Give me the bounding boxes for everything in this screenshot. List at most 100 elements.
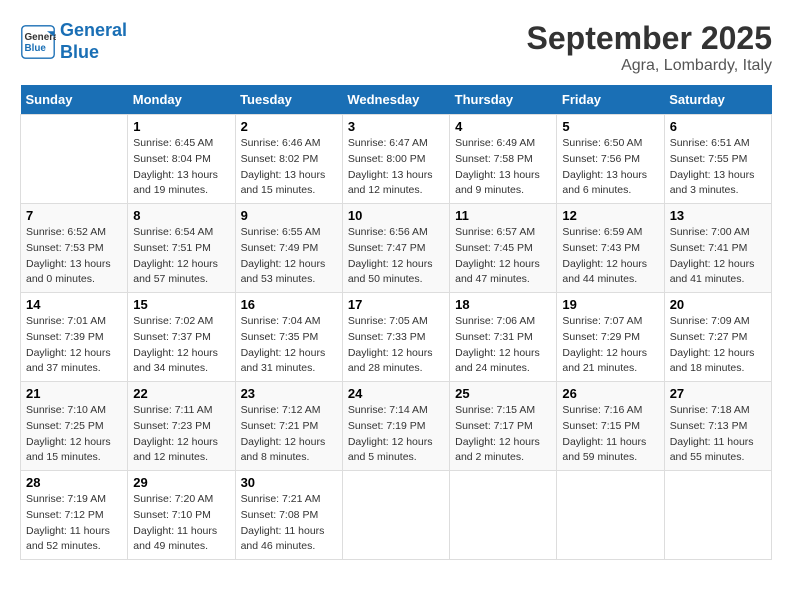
logo-line1: General — [60, 20, 127, 40]
calendar-cell: 3Sunrise: 6:47 AMSunset: 8:00 PMDaylight… — [342, 115, 449, 204]
day-number: 9 — [241, 208, 337, 223]
day-info: Sunrise: 7:20 AMSunset: 7:10 PMDaylight:… — [133, 492, 229, 555]
location-subtitle: Agra, Lombardy, Italy — [527, 57, 772, 75]
calendar-cell: 15Sunrise: 7:02 AMSunset: 7:37 PMDayligh… — [128, 293, 235, 382]
day-number: 13 — [670, 208, 766, 223]
calendar-cell — [21, 115, 128, 204]
page-header: General Blue General Blue September 2025… — [20, 20, 772, 75]
calendar-cell: 5 Sunrise: 6:50 AMSunset: 7:56 PMDaylight… — [557, 115, 664, 204]
calendar-cell: 6 Sunrise: 6:51 AMSunset: 7:55 PMDaylight… — [664, 115, 771, 204]
day-number: 14 — [26, 297, 122, 312]
month-year-title: September 2025 — [527, 20, 772, 57]
col-wednesday: Wednesday — [342, 85, 449, 115]
calendar-cell: 21Sunrise: 7:10 AMSunset: 7:25 PMDayligh… — [21, 382, 128, 471]
day-number: 5 — [562, 119, 658, 134]
day-number: 29 — [133, 475, 229, 490]
day-number: 21 — [26, 386, 122, 401]
calendar-cell — [557, 471, 664, 560]
day-info: Sunrise: 6:49 AMSunset: 7:58 PMDaylight:… — [455, 136, 551, 199]
day-number: 24 — [348, 386, 444, 401]
calendar-cell: 12Sunrise: 6:59 AMSunset: 7:43 PMDayligh… — [557, 204, 664, 293]
header-row: Sunday Monday Tuesday Wednesday Thursday… — [21, 85, 772, 115]
day-info: Sunrise: 7:12 AMSunset: 7:21 PMDaylight:… — [241, 403, 337, 466]
calendar-table: Sunday Monday Tuesday Wednesday Thursday… — [20, 85, 772, 560]
day-info: Sunrise: 7:00 AMSunset: 7:41 PMDaylight:… — [670, 225, 766, 288]
day-number: 25 — [455, 386, 551, 401]
calendar-cell: 23 Sunrise: 7:12 AMSunset: 7:21 PMDayligh… — [235, 382, 342, 471]
day-number: 1 — [133, 119, 229, 134]
calendar-cell: 14 Sunrise: 7:01 AMSunset: 7:39 PMDayligh… — [21, 293, 128, 382]
day-info: Sunrise: 6:54 AMSunset: 7:51 PMDaylight:… — [133, 225, 229, 288]
day-info: Sunrise: 6:57 AMSunset: 7:45 PMDaylight:… — [455, 225, 551, 288]
day-number: 11 — [455, 208, 551, 223]
day-number: 19 — [562, 297, 658, 312]
day-info: Sunrise: 6:45 AMSunset: 8:04 PMDaylight:… — [133, 136, 229, 199]
col-friday: Friday — [557, 85, 664, 115]
calendar-cell: 24 Sunrise: 7:14 AMSunset: 7:19 PMDayligh… — [342, 382, 449, 471]
day-number: 16 — [241, 297, 337, 312]
calendar-cell: 1 Sunrise: 6:45 AMSunset: 8:04 PMDaylight… — [128, 115, 235, 204]
day-number: 7 — [26, 208, 122, 223]
calendar-cell: 29 Sunrise: 7:20 AMSunset: 7:10 PMDayligh… — [128, 471, 235, 560]
day-info: Sunrise: 6:50 AMSunset: 7:56 PMDaylight:… — [562, 136, 658, 199]
day-info: Sunrise: 7:07 AMSunset: 7:29 PMDaylight:… — [562, 314, 658, 377]
day-info: Sunrise: 7:09 AMSunset: 7:27 PMDaylight:… — [670, 314, 766, 377]
day-info: Sunrise: 6:56 AMSunset: 7:47 PMDaylight:… — [348, 225, 444, 288]
calendar-cell: 7 Sunrise: 6:52 AMSunset: 7:53 PMDaylight… — [21, 204, 128, 293]
title-section: September 2025 Agra, Lombardy, Italy — [527, 20, 772, 75]
day-info: Sunrise: 6:51 AMSunset: 7:55 PMDaylight:… — [670, 136, 766, 199]
calendar-week-2: 7 Sunrise: 6:52 AMSunset: 7:53 PMDaylight… — [21, 204, 772, 293]
day-number: 17 — [348, 297, 444, 312]
calendar-cell: 10 Sunrise: 6:56 AMSunset: 7:47 PMDayligh… — [342, 204, 449, 293]
day-info: Sunrise: 6:47 AMSunset: 8:00 PMDaylight:… — [348, 136, 444, 199]
day-number: 18 — [455, 297, 551, 312]
calendar-body: 1 Sunrise: 6:45 AMSunset: 8:04 PMDaylight… — [21, 115, 772, 560]
calendar-cell: 20 Sunrise: 7:09 AMSunset: 7:27 PMDayligh… — [664, 293, 771, 382]
day-info: Sunrise: 7:01 AMSunset: 7:39 PMDaylight:… — [26, 314, 122, 377]
calendar-cell: 16 Sunrise: 7:04 AMSunset: 7:35 PMDayligh… — [235, 293, 342, 382]
calendar-cell: 4 Sunrise: 6:49 AMSunset: 7:58 PMDaylight… — [450, 115, 557, 204]
day-info: Sunrise: 7:18 AMSunset: 7:13 PMDaylight:… — [670, 403, 766, 466]
calendar-header: Sunday Monday Tuesday Wednesday Thursday… — [21, 85, 772, 115]
day-info: Sunrise: 7:14 AMSunset: 7:19 PMDaylight:… — [348, 403, 444, 466]
day-info: Sunrise: 7:19 AMSunset: 7:12 PMDaylight:… — [26, 492, 122, 555]
day-info: Sunrise: 6:46 AMSunset: 8:02 PMDaylight:… — [241, 136, 337, 199]
calendar-week-5: 28Sunrise: 7:19 AMSunset: 7:12 PMDayligh… — [21, 471, 772, 560]
day-info: Sunrise: 7:21 AMSunset: 7:08 PMDaylight:… — [241, 492, 337, 555]
day-number: 6 — [670, 119, 766, 134]
day-number: 20 — [670, 297, 766, 312]
calendar-cell: 17 Sunrise: 7:05 AMSunset: 7:33 PMDayligh… — [342, 293, 449, 382]
day-info: Sunrise: 6:59 AMSunset: 7:43 PMDaylight:… — [562, 225, 658, 288]
day-number: 23 — [241, 386, 337, 401]
day-number: 27 — [670, 386, 766, 401]
calendar-week-3: 14 Sunrise: 7:01 AMSunset: 7:39 PMDayligh… — [21, 293, 772, 382]
day-info: Sunrise: 6:52 AMSunset: 7:53 PMDaylight:… — [26, 225, 122, 288]
col-tuesday: Tuesday — [235, 85, 342, 115]
calendar-week-1: 1 Sunrise: 6:45 AMSunset: 8:04 PMDaylight… — [21, 115, 772, 204]
day-info: Sunrise: 7:15 AMSunset: 7:17 PMDaylight:… — [455, 403, 551, 466]
day-number: 15 — [133, 297, 229, 312]
day-number: 10 — [348, 208, 444, 223]
day-info: Sunrise: 7:04 AMSunset: 7:35 PMDaylight:… — [241, 314, 337, 377]
day-number: 30 — [241, 475, 337, 490]
calendar-week-4: 21Sunrise: 7:10 AMSunset: 7:25 PMDayligh… — [21, 382, 772, 471]
day-info: Sunrise: 7:16 AMSunset: 7:15 PMDaylight:… — [562, 403, 658, 466]
day-number: 22 — [133, 386, 229, 401]
col-saturday: Saturday — [664, 85, 771, 115]
calendar-cell — [342, 471, 449, 560]
day-number: 4 — [455, 119, 551, 134]
logo-icon: General Blue — [20, 24, 56, 60]
day-info: Sunrise: 7:11 AMSunset: 7:23 PMDaylight:… — [133, 403, 229, 466]
svg-text:Blue: Blue — [25, 43, 47, 54]
calendar-cell: 18Sunrise: 7:06 AMSunset: 7:31 PMDayligh… — [450, 293, 557, 382]
calendar-cell: 11 Sunrise: 6:57 AMSunset: 7:45 PMDayligh… — [450, 204, 557, 293]
calendar-cell: 22 Sunrise: 7:11 AMSunset: 7:23 PMDayligh… — [128, 382, 235, 471]
day-number: 26 — [562, 386, 658, 401]
day-info: Sunrise: 7:05 AMSunset: 7:33 PMDaylight:… — [348, 314, 444, 377]
calendar-cell — [664, 471, 771, 560]
calendar-cell: 30 Sunrise: 7:21 AMSunset: 7:08 PMDayligh… — [235, 471, 342, 560]
col-sunday: Sunday — [21, 85, 128, 115]
day-number: 8 — [133, 208, 229, 223]
calendar-cell: 27 Sunrise: 7:18 AMSunset: 7:13 PMDayligh… — [664, 382, 771, 471]
day-info: Sunrise: 6:55 AMSunset: 7:49 PMDaylight:… — [241, 225, 337, 288]
